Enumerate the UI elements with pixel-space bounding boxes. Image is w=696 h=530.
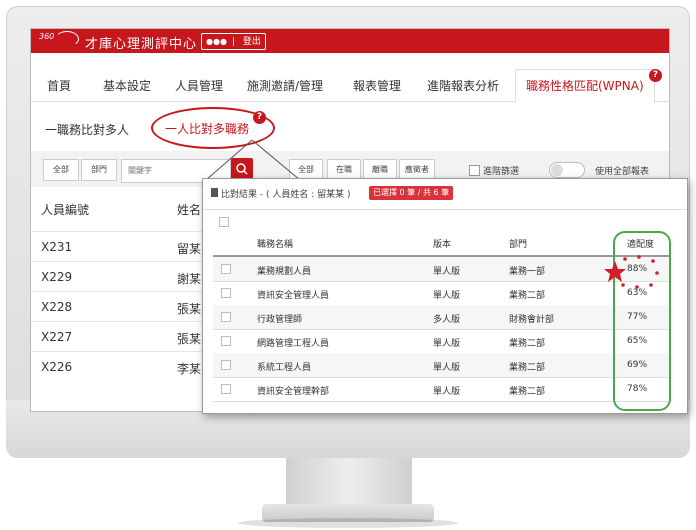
- cell-dept: 業務二部: [509, 363, 546, 373]
- cell-version: 多人版: [433, 315, 461, 325]
- row-checkbox[interactable]: [221, 288, 231, 298]
- row-checkbox[interactable]: [221, 336, 231, 346]
- table-row[interactable]: 系統工程人員 單人版 業務二部 69%: [213, 353, 671, 378]
- cell-job: 資訊安全管理人員: [257, 291, 330, 301]
- select-all-checkbox[interactable]: [219, 217, 229, 227]
- document-icon: [211, 188, 218, 197]
- row-checkbox[interactable]: [221, 384, 231, 394]
- table-row[interactable]: 行政管理師 多人版 財務會計部 77%: [213, 305, 671, 330]
- cell-job: 網路管理工程人員: [257, 339, 330, 349]
- cell-dept: 業務二部: [509, 339, 546, 349]
- cell-job: 業務規劃人員: [257, 267, 312, 277]
- popup-title: 比對結果 - ( 人員姓名 : 留某某 ): [221, 190, 351, 200]
- comparison-result-popup: 比對結果 - ( 人員姓名 : 留某某 ) 已選擇 0 筆 / 共 6 筆 職務…: [202, 178, 688, 414]
- column-header-dept: 部門: [509, 240, 528, 250]
- cell-job: 資訊安全管理幹部: [257, 387, 330, 397]
- cell-version: 單人版: [433, 267, 461, 277]
- popup-header: 比對結果 - ( 人員姓名 : 留某某 ) 已選擇 0 筆 / 共 6 筆: [203, 179, 687, 210]
- cell-dept: 業務二部: [509, 387, 546, 397]
- column-header-version: 版本: [433, 240, 452, 250]
- table-row[interactable]: 資訊安全管理幹部 單人版 業務二部 78%: [213, 377, 671, 402]
- selected-count-badge: 已選擇 0 筆 / 共 6 筆: [369, 186, 454, 200]
- cell-version: 單人版: [433, 387, 461, 397]
- cell-dept: 業務一部: [509, 267, 546, 277]
- row-checkbox[interactable]: [221, 312, 231, 322]
- cell-version: 單人版: [433, 339, 461, 349]
- cell-job: 行政管理師: [257, 315, 303, 325]
- row-checkbox[interactable]: [221, 264, 231, 274]
- cell-dept: 財務會計部: [509, 315, 555, 325]
- cell-version: 單人版: [433, 363, 461, 373]
- table-row[interactable]: 網路管理工程人員 單人版 業務二部 65%: [213, 329, 671, 354]
- row-checkbox[interactable]: [221, 360, 231, 370]
- cell-job: 系統工程人員: [257, 363, 312, 373]
- star-burst-icon: [604, 255, 659, 289]
- cell-version: 單人版: [433, 291, 461, 301]
- column-header-job: 職務名稱: [257, 240, 294, 250]
- cell-dept: 業務二部: [509, 291, 546, 301]
